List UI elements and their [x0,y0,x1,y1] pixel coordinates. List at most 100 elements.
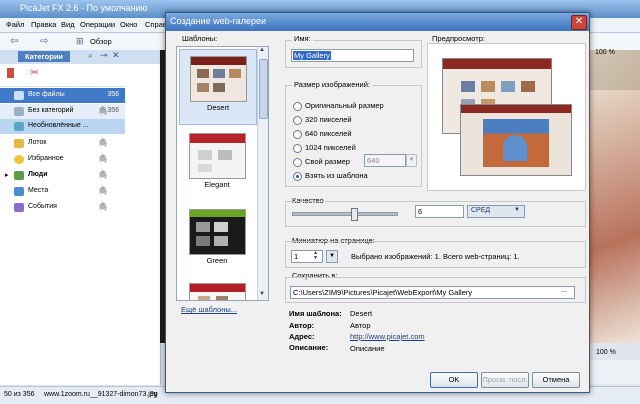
category-row[interactable]: Без категорий 🖇 356 [0,104,125,119]
spinner-icon[interactable]: ▲ ▼ [313,251,318,261]
paperclip-icon: 🖇 [98,138,109,147]
template-name: Elegant [204,180,230,189]
save-path-input[interactable]: C:\Users\ZIM9\Pictures\Picajet\WebExport… [290,286,575,299]
category-label: Все файлы [28,91,65,98]
ok-button[interactable]: OK [430,372,478,388]
info-description-key: Описание: [289,343,329,352]
templates-list[interactable]: Desert Elegant Green ▲ ▼ [176,46,269,301]
category-row[interactable]: События 🖇 [0,200,125,215]
category-label: Люди [28,171,48,178]
new-category-icon[interactable] [7,68,14,78]
info-author-value: Автор [350,321,371,330]
category-label: Без категорий [28,107,74,114]
expand-icon[interactable]: ▸ [5,171,9,179]
photo-right [585,90,640,343]
menu-file[interactable]: Файл [6,20,24,29]
category-row[interactable]: Все файлы 356 [0,88,125,103]
template-thumbnail [189,133,246,179]
template-item-elegant[interactable]: Elegant [179,127,255,201]
category-label: Необновлённые ... [28,122,89,129]
uncategorized-icon [14,107,24,116]
thumbnail-strip [590,360,640,384]
category-row[interactable]: Избранное 🖇 [0,152,125,167]
thumbs-per-page-input[interactable]: 1 ▲ ▼ [291,250,323,263]
info-description-value: Описание [350,344,385,353]
more-templates-link[interactable]: Ещё шаблоны... [181,305,237,314]
quality-slider-thumb[interactable] [351,208,358,221]
sidebar-tab-categories[interactable]: Категории [18,51,70,62]
dialog-title: Создание web-галереи [170,16,266,26]
star-icon [14,155,24,164]
search-icon[interactable]: ⌕ [88,51,92,61]
preview-panel [427,43,586,191]
browse-label[interactable]: Обзор [90,37,112,46]
name-label: Имя: [292,34,313,43]
thumbs-dropdown-icon[interactable]: ▼ [326,250,338,263]
category-label: События [28,203,57,210]
zoom-label-bottom: 100 % [596,349,616,356]
thumbs-summary: Выбрано изображений: 1. Всего web-страни… [351,252,520,261]
category-row[interactable]: ▸ Люди 🖇 [0,168,125,183]
menu-operations[interactable]: Операции [80,20,115,29]
category-row[interactable]: Лоток 🖇 [0,136,125,151]
scrollbar-thumb[interactable] [259,59,268,119]
forward-icon[interactable]: ⇨ [40,36,48,47]
paperclip-icon: 🖇 [98,170,109,179]
preview-button[interactable]: Просм. посл. [481,372,529,388]
scroll-down-icon[interactable]: ▼ [259,291,265,297]
status-filename: www.1zoom.ru__91327-dimon73.jpg [44,391,158,398]
template-thumbnail [189,283,246,300]
info-address-link[interactable]: http://www.picajet.com [350,332,425,341]
sidebar-header: Категории ⌕ ⊸ ✕ [0,50,160,64]
paperclip-icon: 🖇 [98,186,109,195]
quality-value-input[interactable]: 6 [415,205,464,218]
category-count: 356 [107,107,119,114]
custom-size-dropdown-icon[interactable]: ▼ [406,154,417,167]
places-icon [14,187,24,196]
template-item-4[interactable] [179,277,255,300]
dialog-titlebar: Создание web-галереи ✕ [166,13,589,31]
close-panel-icon[interactable]: ✕ [112,50,120,61]
close-button[interactable]: ✕ [571,15,587,30]
template-thumbnail [190,56,247,102]
menu-window[interactable]: Окно [120,20,137,29]
template-item-desert[interactable]: Desert [179,49,257,125]
templates-scrollbar[interactable]: ▲ ▼ [257,47,268,300]
back-icon[interactable]: ⇦ [10,36,18,47]
scroll-up-icon[interactable]: ▲ [259,47,265,53]
templates-label: Шаблоны: [182,34,218,43]
delete-category-icon[interactable]: ✂ [30,66,39,79]
status-extra: 9у [150,391,158,398]
category-row[interactable]: Места 🖇 [0,184,125,199]
dropdown-arrow-icon: ▼ [514,207,520,213]
all-files-icon [14,91,24,100]
menu-view[interactable]: Вид [61,20,75,29]
zoom-label-top: 100 % [595,49,615,56]
template-item-green[interactable]: Green [179,203,255,277]
paperclip-icon: 🖇 [98,202,109,211]
quality-level-select[interactable]: СРЕД ▼ [467,205,525,218]
custom-size-input[interactable]: 640 [364,154,406,167]
outdated-icon [14,122,24,131]
people-icon [14,171,24,180]
template-name: Desert [206,103,230,112]
category-label: Избранное [28,155,64,162]
preview-label: Предпросмотр: [432,34,485,43]
cancel-button[interactable]: Отмена [532,372,580,388]
browse-icon[interactable]: ⊞ [76,36,84,47]
app-title: PicaJet FX 2.6 - По умолчанию [20,3,148,13]
category-count: 356 [107,91,119,98]
sidebar: Категории ⌕ ⊸ ✕ ✂ Все файлы 356 Без кате… [0,50,161,385]
category-row[interactable]: Необновлённые ... [0,119,125,134]
category-label: Лоток [28,139,47,146]
info-address-key: Адрес: [289,332,315,341]
quality-slider[interactable] [292,208,398,221]
browse-button[interactable]: ... [561,287,567,294]
pin-icon[interactable]: ⊸ [100,50,108,61]
gallery-name-value: My Gallery [293,51,331,60]
category-label: Места [28,187,49,194]
menu-edit[interactable]: Правка [31,20,56,29]
info-template-key: Имя шаблона: [289,309,342,318]
template-thumbnail [189,209,246,255]
gallery-name-input[interactable]: My Gallery [291,49,414,62]
